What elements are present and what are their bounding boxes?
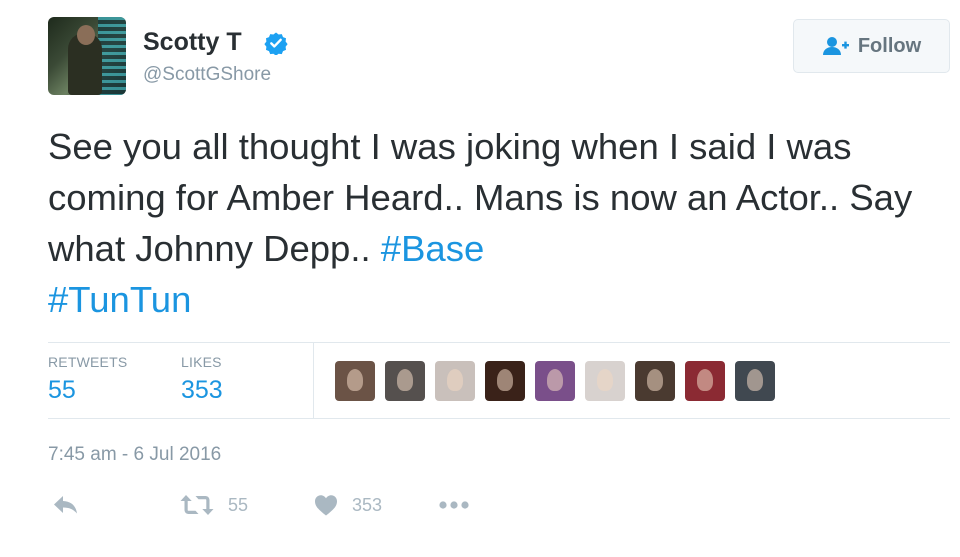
more-button[interactable] — [438, 494, 470, 516]
divider — [48, 342, 950, 343]
avatar-background — [98, 17, 126, 95]
liker-avatars — [335, 361, 775, 401]
reply-button[interactable] — [52, 494, 79, 516]
liker-avatar[interactable] — [385, 361, 425, 401]
liker-avatar[interactable] — [435, 361, 475, 401]
likes-label: LIKES — [181, 354, 222, 370]
retweets-count: 55 — [48, 376, 76, 404]
liker-avatar[interactable] — [635, 361, 675, 401]
liker-avatar[interactable] — [585, 361, 625, 401]
liker-avatar[interactable] — [685, 361, 725, 401]
tweet-timestamp[interactable]: 7:45 am - 6 Jul 2016 — [48, 444, 221, 466]
liker-avatar[interactable] — [335, 361, 375, 401]
hashtag-link[interactable]: #Base — [381, 228, 485, 269]
add-user-icon — [822, 37, 849, 55]
divider — [48, 418, 950, 419]
liker-avatar[interactable] — [485, 361, 525, 401]
retweet-icon — [180, 495, 214, 515]
verified-badge-icon — [264, 32, 288, 55]
reply-icon — [54, 496, 77, 514]
user-handle[interactable]: @ScottGShore — [143, 64, 271, 86]
heart-icon — [315, 495, 337, 516]
avatar[interactable] — [48, 17, 126, 95]
likes-count: 353 — [181, 376, 223, 404]
tweet-text: See you all thought I was joking when I … — [48, 121, 948, 325]
hashtag-link[interactable]: #TunTun — [48, 279, 191, 320]
divider — [313, 343, 314, 418]
avatar-head — [77, 25, 95, 45]
retweets-label: RETWEETS — [48, 354, 128, 370]
retweet-button[interactable]: 55 — [180, 494, 248, 516]
like-button[interactable]: 353 — [314, 494, 382, 516]
likes-stat[interactable]: LIKES 353 — [181, 354, 223, 405]
retweets-stat[interactable]: RETWEETS 55 — [48, 354, 127, 405]
retweet-count: 55 — [228, 494, 249, 515]
follow-button[interactable]: Follow — [793, 19, 950, 73]
more-dots-icon — [439, 501, 469, 509]
follow-button-label: Follow — [857, 34, 922, 57]
liker-avatar[interactable] — [735, 361, 775, 401]
display-name[interactable]: Scotty T — [143, 28, 242, 57]
like-count: 353 — [352, 494, 383, 515]
liker-avatar[interactable] — [535, 361, 575, 401]
